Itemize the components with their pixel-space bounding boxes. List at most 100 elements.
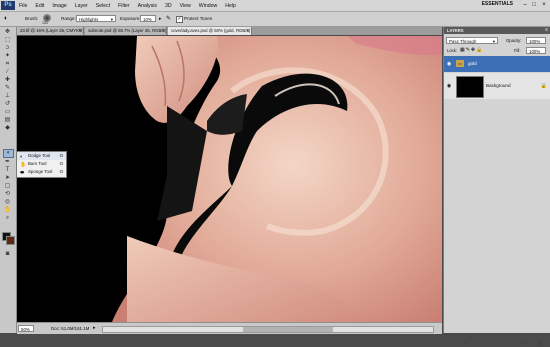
menu-filter[interactable]: Filter — [114, 3, 134, 9]
layers-tab[interactable]: LAYERS — [447, 28, 464, 33]
menu-3d[interactable]: 3D — [161, 3, 176, 9]
layer-row-background[interactable]: ◉ Background 🔒 — [444, 73, 550, 99]
eyedropper-tool-icon[interactable]: ⁄ — [3, 69, 12, 76]
flyout-burn-tool[interactable]: ✋ Burn Tool O — [17, 160, 66, 168]
brush-tool-icon[interactable]: ✎ — [3, 85, 12, 92]
visibility-eye-icon[interactable]: ◉ — [446, 83, 452, 89]
exposure-input[interactable]: 10% — [140, 15, 156, 22]
tab-23-tif[interactable]: 23.tif @ 16% (Layer 25, CMYK/8) × — [17, 27, 84, 35]
tab-label: coverlady.avex.psd @ 50% (gold, RGB/8) — [171, 28, 251, 33]
tab-close-icon[interactable]: × — [78, 27, 81, 35]
opacity-input[interactable]: 100% — [526, 37, 546, 44]
blend-mode-value: Pass Through — [449, 39, 477, 44]
range-label: Range: — [61, 16, 76, 21]
brush-label: Brush: — [25, 16, 39, 21]
layer-name: Background — [486, 83, 511, 88]
brush-size: 131 — [42, 21, 48, 25]
lasso-tool-icon[interactable]: ↄ — [3, 45, 12, 52]
exposure-label: Exposure: — [120, 16, 141, 21]
maximize-icon[interactable]: □ — [531, 2, 537, 8]
layer-style-icon[interactable]: fx — [462, 341, 469, 347]
visibility-eye-icon[interactable]: ◉ — [446, 61, 452, 67]
protect-tones-label: Protect Tones — [184, 16, 213, 21]
dodge-tool-flyout: ◐ Dodge Tool O ✋ Burn Tool O ⬬ Sponge To… — [16, 151, 67, 178]
menu-file[interactable]: File — [15, 3, 31, 9]
opacity-label: Opacity: — [506, 38, 522, 43]
fill-input[interactable]: 100% — [526, 47, 546, 54]
adjustment-layer-icon[interactable]: ◑ — [492, 341, 499, 347]
menu-help[interactable]: Help — [221, 3, 240, 9]
tab-close-icon[interactable]: × — [246, 27, 249, 35]
flyout-shortcut: O — [59, 169, 63, 174]
quick-select-tool-icon[interactable]: ✦ — [3, 53, 12, 60]
app-logo: Ps — [1, 1, 15, 10]
3d-rotate-tool-icon[interactable]: ⟲ — [3, 191, 12, 198]
flyout-label: Dodge Tool — [28, 153, 51, 158]
airbrush-icon[interactable]: ✎ — [166, 15, 171, 22]
healing-brush-tool-icon[interactable]: ✚ — [3, 77, 12, 84]
pen-tool-icon[interactable]: ✒ — [3, 159, 12, 166]
tab-coverlady[interactable]: coverlady.avex.psd @ 50% (gold, RGB/8) × — [168, 27, 252, 35]
layer-row-gold[interactable]: ◉ ▭ gold — [444, 56, 550, 72]
gradient-tool-icon[interactable]: ▤ — [3, 117, 12, 124]
background-color-swatch[interactable] — [6, 236, 15, 245]
folder-icon: ▭ — [456, 60, 464, 67]
fill-label: Fill: — [514, 48, 521, 53]
menu-edit[interactable]: Edit — [31, 3, 48, 9]
menu-image[interactable]: Image — [48, 3, 70, 9]
layers-panel: LAYERS ≡ Pass Through ▾ Opacity: 100% Loc… — [443, 27, 550, 347]
workspace-switcher[interactable]: ESSENTIALS — [482, 1, 513, 7]
clone-stamp-tool-icon[interactable]: ⊥ — [3, 93, 12, 100]
crop-tool-icon[interactable]: ⌗ — [3, 61, 12, 68]
blur-tool-icon[interactable]: ◆ — [3, 125, 12, 132]
hand-tool-icon[interactable]: ✋ — [3, 207, 12, 214]
range-select[interactable]: Highlights ▾ — [76, 15, 116, 22]
type-tool-icon[interactable]: T — [3, 167, 12, 174]
marquee-tool-icon[interactable]: ⬚ — [3, 37, 12, 44]
horizontal-scrollbar[interactable] — [102, 326, 434, 333]
quick-mask-icon[interactable]: ◙ — [3, 251, 12, 258]
panel-menu-icon[interactable]: ≡ — [545, 27, 548, 33]
flyout-sponge-tool[interactable]: ⬬ Sponge Tool O — [17, 168, 66, 176]
path-selection-tool-icon[interactable]: ➤ — [3, 175, 12, 182]
shape-tool-icon[interactable]: ▢ — [3, 183, 12, 190]
menu-view[interactable]: View — [176, 3, 195, 9]
document-tabs: 23.tif @ 16% (Layer 25, CMYK/8) × subnote… — [17, 27, 442, 35]
menu-select[interactable]: Select — [92, 3, 114, 9]
protect-tones-checkbox[interactable]: ✓ — [176, 16, 183, 23]
new-group-icon[interactable]: ▭ — [507, 341, 514, 347]
zoom-level-input[interactable]: 50% — [18, 325, 34, 332]
flyout-shortcut: O — [59, 153, 63, 158]
tab-close-icon[interactable]: × — [161, 27, 164, 35]
canvas-artwork — [17, 36, 442, 322]
eraser-tool-icon[interactable]: ▭ — [3, 109, 12, 116]
close-icon[interactable]: × — [541, 2, 547, 8]
document-canvas[interactable] — [17, 36, 442, 322]
menu-analysis[interactable]: Analysis — [134, 3, 161, 9]
exposure-slider-icon[interactable]: ▸ — [159, 16, 162, 22]
range-value: Highlights — [79, 17, 99, 22]
dodge-tool-icon[interactable]: ◐ — [3, 149, 14, 158]
flyout-dodge-tool[interactable]: ◐ Dodge Tool O — [17, 152, 66, 160]
status-menu-icon[interactable]: ▸ — [93, 325, 96, 331]
layer-mask-icon[interactable]: ◘ — [477, 341, 484, 347]
flyout-label: Sponge Tool — [28, 169, 53, 174]
menu-layer[interactable]: Layer — [71, 3, 92, 9]
history-brush-tool-icon[interactable]: ↺ — [3, 101, 12, 108]
dodge-tool-preset-icon[interactable]: ◐ — [4, 15, 8, 22]
menu-window[interactable]: Window — [195, 3, 221, 9]
minimize-icon[interactable]: – — [522, 2, 528, 8]
sponge-icon: ⬬ — [20, 170, 25, 176]
3d-orbit-tool-icon[interactable]: ◎ — [3, 199, 12, 206]
move-tool-icon[interactable]: ✥ — [3, 29, 12, 36]
link-layers-icon[interactable]: ∞ — [447, 341, 454, 347]
delete-layer-icon[interactable]: 🗑 — [537, 341, 544, 347]
lock-options-icon[interactable]: ▦✎✥🔒 — [460, 47, 483, 53]
zoom-tool-icon[interactable]: ⌕ — [3, 215, 12, 222]
new-layer-icon[interactable]: ⊞ — [522, 341, 529, 347]
flyout-label: Burn Tool — [28, 161, 47, 166]
tab-subnote[interactable]: subnote.psd @ 66.7% (Layer 36, RGB/8) × — [85, 27, 167, 35]
scrollbar-thumb[interactable] — [243, 327, 333, 332]
document-size: Doc: 61.0M/161.1M — [51, 326, 90, 331]
blend-mode-select[interactable]: Pass Through ▾ — [446, 37, 498, 44]
